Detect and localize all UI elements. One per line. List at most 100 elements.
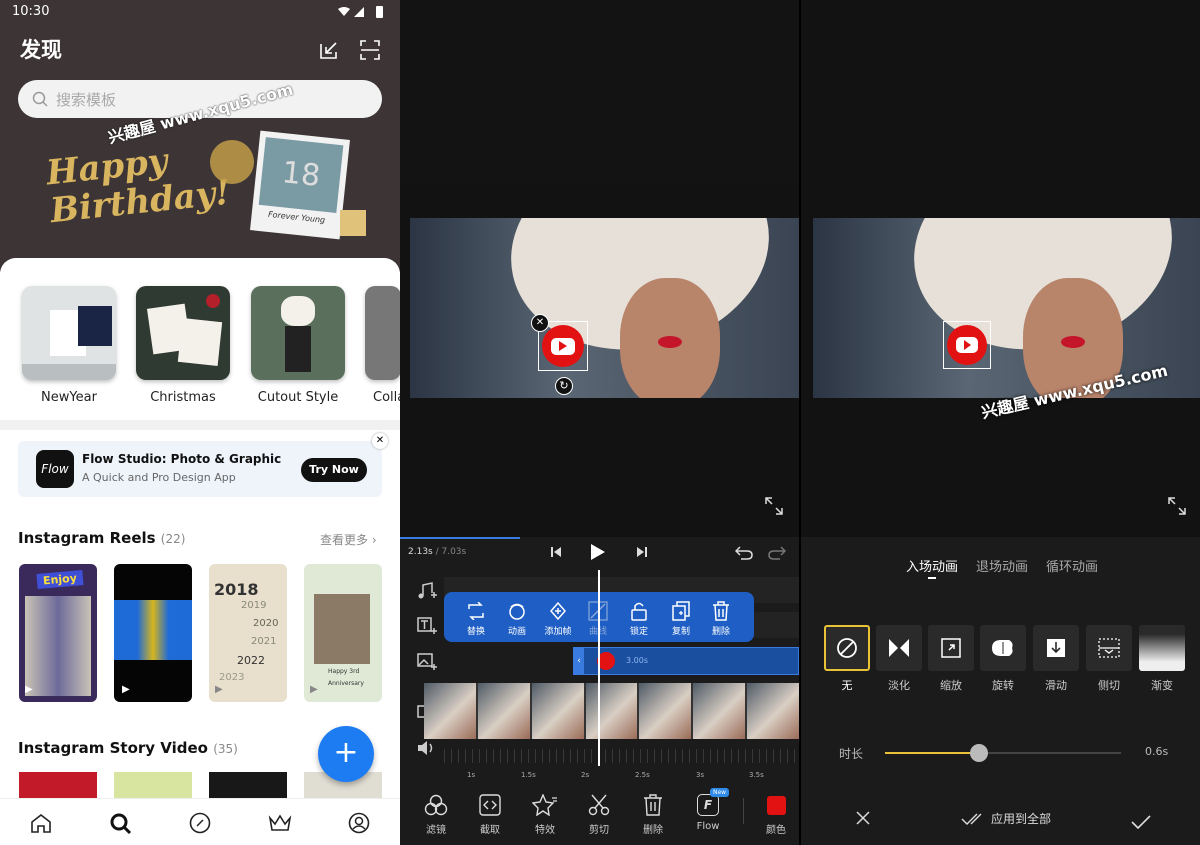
filter-icon[interactable] [424, 794, 448, 816]
animation-panel: 兴趣屋 www.xqu5.com 入场动画 退场动画 循环动画 无 淡化 缩放 … [801, 0, 1200, 845]
reel-thumbnail[interactable]: Happy 3rd Anniversary ▶ [304, 564, 382, 702]
crown-icon[interactable] [268, 814, 292, 832]
tick-label: 3s [696, 771, 705, 779]
anim-slide[interactable] [1033, 625, 1079, 671]
banner-photo: 18 Forever Young [250, 130, 350, 240]
copy-icon[interactable] [671, 601, 691, 621]
popup-label: 添加帧 [544, 627, 572, 637]
redo-icon[interactable] [768, 544, 786, 560]
anim-label: 无 [841, 679, 853, 692]
trash-icon[interactable] [643, 794, 663, 816]
import-icon[interactable] [318, 40, 340, 60]
trim-icon[interactable] [479, 794, 501, 816]
try-now-button[interactable]: Try Now [301, 458, 367, 482]
new-badge: New [710, 788, 730, 797]
anim-none[interactable] [824, 625, 870, 671]
toolbar-label: 截取 [480, 825, 500, 836]
see-more-link[interactable]: 查看更多 › [320, 531, 377, 548]
progress-bar [400, 537, 520, 539]
tick-label: 1.5s [521, 771, 536, 779]
home-icon[interactable] [30, 813, 52, 833]
scan-icon[interactable] [360, 40, 380, 60]
skip-start-icon[interactable] [550, 546, 562, 558]
video-clip-strip[interactable] [424, 683, 799, 739]
anim-rotate[interactable] [980, 625, 1026, 671]
tab-entrance[interactable]: 入场动画 [906, 556, 958, 575]
image-track-icon[interactable] [417, 653, 437, 671]
category-newyear[interactable] [22, 286, 116, 380]
lips-shape [658, 336, 682, 348]
effects-icon[interactable] [532, 794, 558, 816]
tick-label: 2.5s [635, 771, 650, 779]
undo-icon[interactable] [735, 544, 753, 560]
fullscreen-icon[interactable] [1168, 497, 1186, 515]
add-keyframe-icon[interactable] [548, 601, 568, 621]
skip-end-icon[interactable] [636, 546, 648, 558]
play-icon[interactable] [590, 543, 606, 561]
toolbar-label: 剪切 [589, 825, 609, 836]
toolbar-label: Flow [696, 821, 720, 832]
search-tab-icon[interactable] [110, 813, 132, 835]
anim-fade[interactable] [876, 625, 922, 671]
sticker-rotate-icon[interactable]: ↻ [555, 377, 573, 395]
anim-side-cut[interactable] [1086, 625, 1132, 671]
side-cut-icon [1098, 638, 1120, 658]
double-check-icon [961, 813, 982, 825]
tick-label: 3.5s [749, 771, 764, 779]
duration-slider-track[interactable] [885, 744, 1121, 762]
category-collage[interactable] [365, 286, 400, 380]
story-section-title: Instagram Story Video (35) [18, 739, 238, 757]
color-swatch[interactable] [767, 796, 786, 815]
popup-label: 锁定 [629, 627, 648, 637]
compass-icon[interactable] [189, 812, 211, 834]
anim-label: 淡化 [888, 679, 910, 692]
close-icon[interactable] [856, 811, 870, 825]
animation-icon[interactable] [507, 601, 527, 621]
page-title: 发现 [20, 38, 62, 62]
ad-close-icon[interactable]: ✕ [372, 433, 388, 449]
tab-exit[interactable]: 退场动画 [976, 556, 1028, 575]
reel-thumbnail[interactable]: Enjoy ▶ [19, 564, 97, 702]
tab-loop[interactable]: 循环动画 [1046, 556, 1098, 575]
delete-icon[interactable] [712, 601, 730, 621]
category-christmas[interactable] [136, 286, 230, 380]
video-preview[interactable] [410, 218, 799, 398]
preview-top-area [400, 0, 799, 185]
sticker-box[interactable] [943, 321, 991, 369]
sticker-clip[interactable]: ‹ 3.00s [573, 647, 799, 675]
volume-icon[interactable] [417, 740, 437, 756]
search-placeholder: 搜索模板 [56, 90, 117, 109]
slide-icon [1047, 639, 1065, 657]
fullscreen-icon[interactable] [765, 497, 783, 515]
music-track-icon[interactable] [417, 582, 437, 600]
zoom-icon [941, 638, 961, 658]
time-readout: 2.13s / 7.03s [408, 547, 467, 557]
ad-banner[interactable]: Flow Flow Studio: Photo & Graphic A Quic… [18, 441, 382, 497]
replace-icon[interactable] [466, 602, 486, 620]
toolbar-divider [743, 798, 744, 824]
sticker-delete-icon[interactable]: ✕ [531, 314, 549, 332]
text-track-icon[interactable] [417, 617, 437, 635]
reel-thumbnail[interactable]: ▶ [114, 564, 192, 702]
duration-label: 时长 [839, 747, 864, 761]
confirm-check-icon[interactable] [1131, 815, 1151, 829]
anim-zoom[interactable] [928, 625, 974, 671]
reel-thumbnail[interactable]: 2018 2019 2020 2021 2022 2023 ▶ [209, 564, 287, 702]
apply-all-button[interactable]: 应用到全部 [961, 810, 1051, 827]
anim-gradient[interactable] [1139, 625, 1185, 671]
flow-app-icon[interactable]: F [697, 794, 719, 816]
toolbar-label: 颜色 [766, 825, 786, 836]
lock-icon[interactable] [630, 601, 648, 621]
category-cutout[interactable] [251, 286, 345, 380]
clip-handle[interactable]: ‹ [574, 648, 584, 674]
audio-wave [444, 749, 799, 763]
cut-icon[interactable] [588, 794, 610, 816]
category-label: Christmas [150, 390, 216, 405]
anim-label: 旋转 [992, 679, 1014, 692]
youtube-icon [947, 325, 987, 365]
profile-icon[interactable] [348, 812, 370, 834]
add-fab-button[interactable]: + [318, 726, 374, 782]
playhead[interactable] [598, 570, 600, 766]
category-label: Cutout Style [257, 390, 339, 405]
toolbar-label: 特效 [535, 825, 555, 836]
